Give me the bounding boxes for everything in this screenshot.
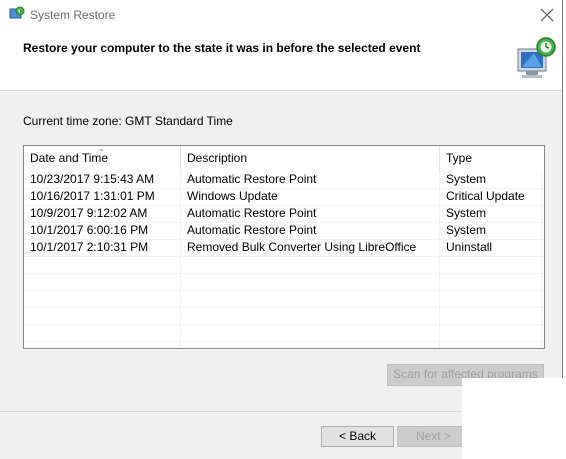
empty-row [24, 307, 544, 325]
table-row[interactable]: 10/1/2017 2:10:31 PM Removed Bulk Conver… [24, 239, 544, 257]
table-row[interactable]: 10/23/2017 9:15:43 AM Automatic Restore … [24, 171, 544, 189]
empty-row [24, 273, 544, 291]
back-button[interactable]: < Back [321, 426, 394, 447]
page-title: Restore your computer to the state it wa… [23, 41, 421, 55]
next-button[interactable]: Next > [397, 426, 470, 447]
empty-row [24, 324, 544, 342]
header-panel: Restore your computer to the state it wa… [0, 32, 562, 91]
column-header-description[interactable]: Description [181, 146, 440, 171]
title-bar: System Restore [0, 0, 562, 32]
restore-points-table[interactable]: Date and Time ⌄ Description Type 10/23/2… [23, 145, 545, 349]
column-header-date[interactable]: Date and Time ⌄ [24, 146, 181, 171]
cropped-area [462, 378, 566, 459]
system-restore-icon [9, 6, 25, 19]
window-title: System Restore [30, 8, 116, 22]
computer-restore-icon [517, 37, 556, 78]
timezone-label: Current time zone: GMT Standard Time [23, 114, 233, 128]
empty-row [24, 256, 544, 274]
close-icon [540, 8, 554, 22]
column-header-type[interactable]: Type [440, 146, 544, 171]
table-row[interactable]: 10/16/2017 1:31:01 PM Windows Update Cri… [24, 188, 544, 206]
empty-row [24, 290, 544, 308]
table-row[interactable]: 10/1/2017 6:00:16 PM Automatic Restore P… [24, 222, 544, 240]
close-button[interactable] [532, 0, 562, 30]
sort-down-icon: ⌄ [98, 145, 105, 153]
table-row[interactable]: 10/9/2017 9:12:02 AM Automatic Restore P… [24, 205, 544, 223]
